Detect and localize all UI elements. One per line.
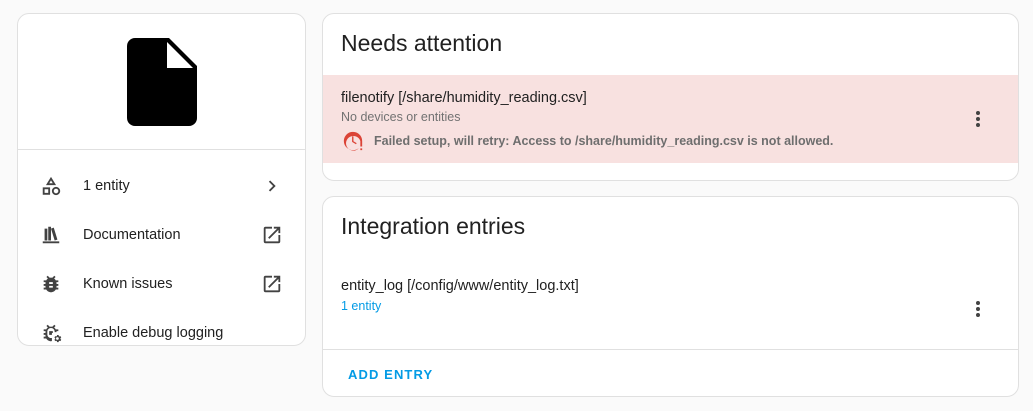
- documentation-link-label: Documentation: [83, 226, 181, 243]
- entities-link-label: 1 entity: [83, 177, 130, 194]
- entry-title: filenotify [/share/humidity_reading.csv]: [341, 90, 587, 106]
- integration-info-card: 1 entity Documentation Known issues Enab…: [17, 13, 306, 346]
- known-issues-link-label: Known issues: [83, 275, 173, 292]
- entities-link[interactable]: 1 entity: [18, 161, 305, 210]
- open-in-new-icon: [261, 273, 283, 295]
- entry-entities-link[interactable]: 1 entity: [341, 299, 1000, 313]
- open-in-new-icon: [261, 224, 283, 246]
- alert-clock-icon: [343, 131, 363, 151]
- bug-icon: [40, 273, 62, 295]
- failed-config-entry: filenotify [/share/humidity_reading.csv]…: [323, 75, 1018, 163]
- entry-subtitle: No devices or entities: [341, 110, 461, 124]
- dots-vertical-icon: [976, 111, 980, 127]
- integration-entries-card: Integration entries entity_log [/config/…: [322, 196, 1019, 397]
- documentation-link[interactable]: Documentation: [18, 210, 305, 259]
- enable-debug-logging-label: Enable debug logging: [83, 324, 224, 341]
- entry-error-message: Failed setup, will retry: Access to /sha…: [341, 130, 1000, 152]
- known-issues-link[interactable]: Known issues: [18, 259, 305, 308]
- shapes-icon: [40, 175, 62, 197]
- integration-logo: [18, 14, 305, 150]
- info-links-list: 1 entity Documentation Known issues Enab…: [18, 150, 305, 345]
- entry-overflow-menu-button[interactable]: [966, 297, 990, 321]
- needs-attention-card: Needs attention filenotify [/share/humid…: [322, 13, 1019, 181]
- needs-attention-title: Needs attention: [341, 30, 503, 56]
- dots-vertical-icon: [976, 301, 980, 317]
- chevron-right-icon: [261, 175, 283, 197]
- bug-settings-icon: [40, 322, 62, 344]
- entry-overflow-menu-button[interactable]: [966, 107, 990, 131]
- integration-entries-title: Integration entries: [341, 213, 526, 239]
- enable-debug-logging-button[interactable]: Enable debug logging: [18, 308, 305, 345]
- entry-error-text: Failed setup, will retry: Access to /sha…: [374, 134, 834, 148]
- card-actions: Add entry: [323, 349, 1018, 396]
- book-shelf-icon: [40, 224, 62, 246]
- file-document-icon: [126, 37, 197, 126]
- add-entry-button[interactable]: Add entry: [340, 361, 441, 388]
- entry-title: entity_log [/config/www/entity_log.txt]: [341, 278, 579, 294]
- config-entry: entity_log [/config/www/entity_log.txt] …: [323, 258, 1018, 349]
